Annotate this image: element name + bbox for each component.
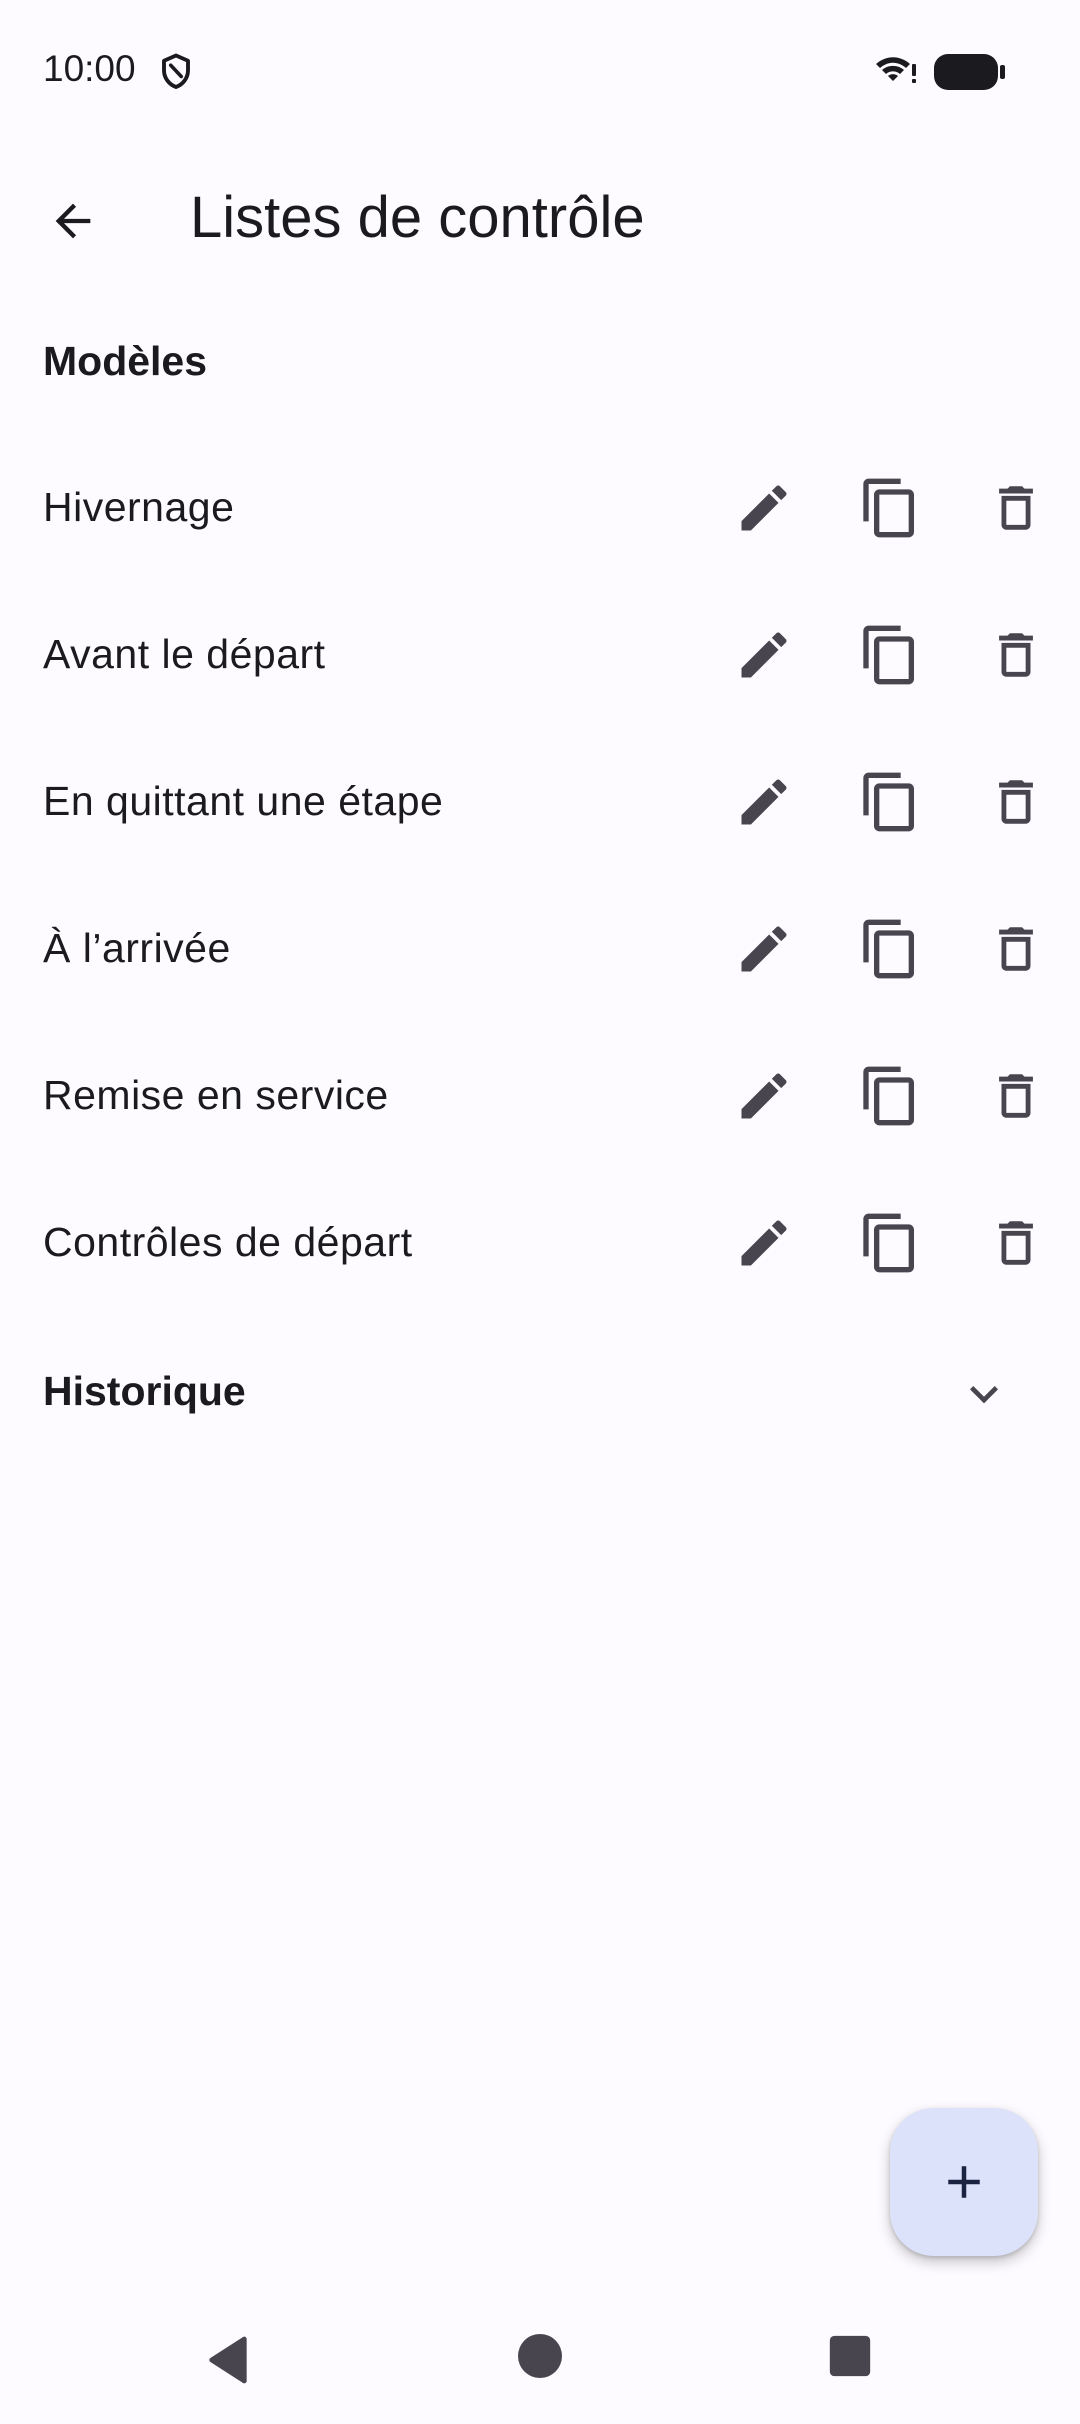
template-label: Hivernage (43, 484, 235, 530)
nav-back-icon[interactable] (200, 2332, 256, 2388)
wifi-icon (876, 57, 916, 83)
battery-icon (934, 54, 1005, 90)
pencil-icon (741, 926, 787, 972)
copy-button[interactable] (848, 613, 932, 697)
copy-icon (863, 1066, 914, 1126)
pencil-icon (741, 1073, 787, 1119)
trash-icon (999, 1074, 1033, 1118)
list-item[interactable]: Contrôles de départ (0, 1169, 1080, 1316)
copy-button[interactable] (848, 760, 932, 844)
pencil-icon (741, 632, 787, 678)
copy-button[interactable] (848, 466, 932, 550)
chevron-down-icon (970, 1386, 998, 1404)
copy-icon (863, 625, 914, 685)
templates-list: Hivernage Avant le départ En quittant un… (0, 434, 1080, 1316)
pencil-icon (741, 779, 787, 825)
pencil-icon (741, 1220, 787, 1266)
arrow-back-icon (55, 203, 91, 239)
list-item[interactable]: À l’arrivée (0, 875, 1080, 1022)
list-item[interactable]: Avant le départ (0, 581, 1080, 728)
template-label: En quittant une étape (43, 778, 444, 824)
trash-icon (999, 927, 1033, 971)
delete-button[interactable] (974, 613, 1058, 697)
pencil-icon (741, 485, 787, 531)
history-expander[interactable]: Historique (0, 1318, 1080, 1465)
list-item[interactable]: Remise en service (0, 1022, 1080, 1169)
delete-button[interactable] (974, 1054, 1058, 1138)
app-bar: Listes de contrôle (0, 160, 1080, 270)
copy-icon (863, 919, 914, 979)
shield-icon (162, 53, 190, 89)
edit-button[interactable] (722, 907, 806, 991)
delete-button[interactable] (974, 1201, 1058, 1285)
add-checklist-button[interactable] (890, 2108, 1038, 2256)
edit-button[interactable] (722, 613, 806, 697)
copy-icon (863, 478, 914, 538)
edit-button[interactable] (722, 760, 806, 844)
copy-icon (863, 1213, 914, 1273)
template-label: Contrôles de départ (43, 1219, 413, 1265)
copy-button[interactable] (848, 1054, 932, 1138)
plus-icon (948, 2166, 980, 2198)
copy-icon (863, 772, 914, 832)
nav-recents-icon[interactable] (828, 2334, 872, 2378)
trash-icon (999, 1221, 1033, 1265)
template-label: Remise en service (43, 1072, 389, 1118)
edit-button[interactable] (722, 466, 806, 550)
trash-icon (999, 486, 1033, 530)
edit-button[interactable] (722, 1201, 806, 1285)
template-label: À l’arrivée (43, 925, 231, 971)
system-nav-bar (0, 2290, 1080, 2424)
status-time: 10:00 (43, 48, 136, 89)
delete-button[interactable] (974, 760, 1058, 844)
copy-button[interactable] (848, 1201, 932, 1285)
section-header-history: Historique (43, 1368, 246, 1414)
status-bar: 10:00 (0, 0, 1080, 140)
nav-home-icon[interactable] (516, 2332, 564, 2380)
list-item[interactable]: En quittant une étape (0, 728, 1080, 875)
trash-icon (999, 633, 1033, 677)
template-label: Avant le départ (43, 631, 326, 677)
back-button[interactable] (30, 178, 116, 264)
delete-button[interactable] (974, 466, 1058, 550)
edit-button[interactable] (722, 1054, 806, 1138)
list-item[interactable]: Hivernage (0, 434, 1080, 581)
trash-icon (999, 780, 1033, 824)
section-header-models: Modèles (43, 338, 208, 384)
delete-button[interactable] (974, 907, 1058, 991)
page-title: Listes de contrôle (190, 185, 645, 250)
copy-button[interactable] (848, 907, 932, 991)
